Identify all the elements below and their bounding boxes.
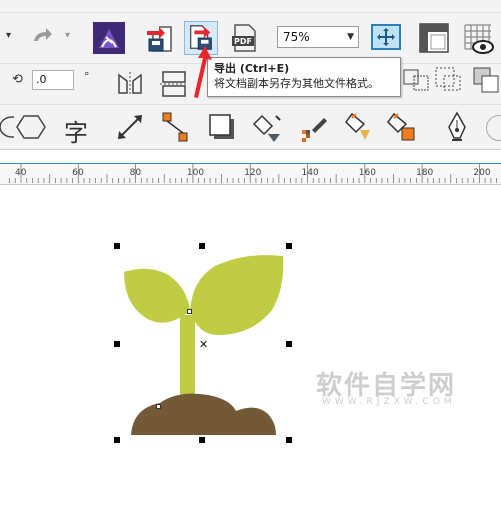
ruler-label: 140 [301,168,319,178]
ruler-label: 80 [129,168,142,178]
tooltip-description: 将文档副本另存为其他文件格式。 [214,77,379,90]
selection-handle-s[interactable] [199,437,205,443]
menu-bar [0,0,501,13]
pointer-arrow-icon [194,46,212,98]
zoom-level-select[interactable]: 75% ▼ [277,26,359,48]
fill-tool-icon[interactable] [342,110,376,144]
watermark-url: WWW.RJZXW.COM [322,397,456,407]
zoom-level-value: 75% [283,30,310,44]
toolbox: 字 [0,105,501,150]
selection-handle-w[interactable] [114,341,120,347]
left-leaf [124,268,190,323]
ruler-label: 60 [72,168,84,178]
rotation-angle-input[interactable]: .0 [32,70,74,90]
full-screen-icon[interactable] [369,21,403,55]
smart-fill-tool-icon[interactable] [386,110,420,144]
ruler-label: 200 [473,168,491,178]
rotate-icon: ⟲ [12,72,23,87]
rulers-icon[interactable] [417,21,451,55]
transparency-tool-icon[interactable] [250,110,284,144]
more-tools-icon[interactable] [486,115,501,141]
selection-handle-se[interactable] [286,437,292,443]
connector-tool-icon[interactable] [158,110,192,144]
chevron-down-icon: ▼ [347,32,354,42]
export-tooltip: 导出 (Ctrl+E) 将文档副本另存为其他文件格式。 [207,57,401,97]
publish-pdf-icon[interactable]: PDF [228,21,262,55]
ruler-label: 120 [244,168,262,178]
node-handle[interactable] [156,404,161,409]
polygon-tool-icon[interactable] [14,110,48,144]
import-icon[interactable] [143,21,177,55]
ruler-label: 40 [15,168,27,178]
grid-icon[interactable] [461,21,495,55]
combine-icon[interactable] [400,62,434,96]
rotation-center-icon[interactable]: ✕ [199,338,208,351]
stem [180,315,195,398]
selection-handle-ne[interactable] [286,243,292,249]
ruler-label: 160 [358,168,376,178]
mirror-horizontal-icon[interactable] [113,67,147,101]
soil [131,393,276,435]
selection-handle-sw[interactable] [114,437,120,443]
ruler-label: 100 [186,168,205,178]
ellipse-tool-icon[interactable] [0,110,14,144]
app-launcher-icon[interactable] [92,21,126,55]
node-handle[interactable] [187,309,192,314]
right-leaf [190,255,284,335]
drop-shadow-tool-icon[interactable] [205,110,239,144]
selection-handle-nw[interactable] [114,243,120,249]
selection-handle-e[interactable] [286,341,292,347]
svg-text:PDF: PDF [234,37,252,46]
eyedropper-tool-icon[interactable] [298,110,332,144]
canvas-drawing[interactable] [0,184,501,510]
dimension-tool-icon[interactable] [113,110,147,144]
selection-handle-n[interactable] [199,243,205,249]
outline-pen-tool-icon[interactable] [440,110,474,144]
undo-dropdown-icon[interactable]: ▾ [6,30,11,41]
degree-symbol: ° [84,70,90,83]
redo-dropdown-icon[interactable]: ▾ [65,30,70,41]
redo-icon[interactable] [30,23,56,49]
ungroup-icon[interactable] [470,62,501,96]
text-tool-icon[interactable]: 字 [64,113,88,148]
group-icon[interactable] [432,62,466,96]
tooltip-title: 导出 (Ctrl+E) [214,62,290,75]
ruler-label: 180 [416,168,434,178]
